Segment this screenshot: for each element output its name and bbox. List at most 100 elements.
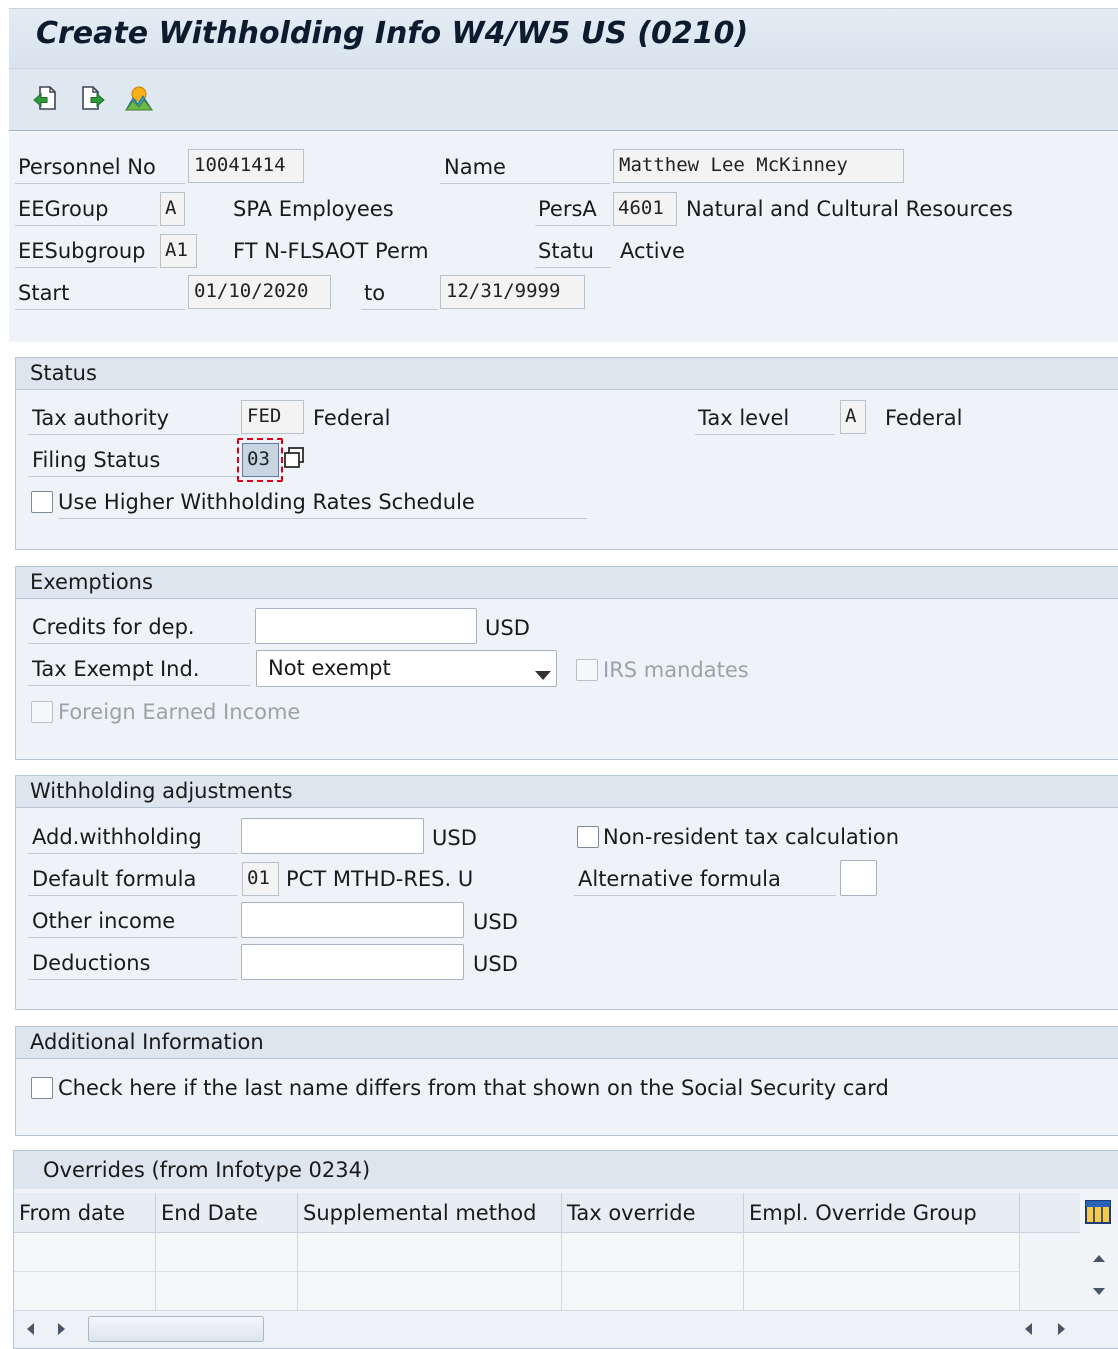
irs-mandates-checkbox[interactable] xyxy=(576,659,598,681)
value-help-icon xyxy=(284,447,304,468)
table-cell[interactable] xyxy=(744,1272,1020,1311)
filing-status-field[interactable]: 03 xyxy=(242,443,279,477)
scroll-right-button[interactable] xyxy=(52,1319,70,1339)
credits-for-dep-label: Credits for dep. xyxy=(28,610,250,644)
overview-button[interactable] xyxy=(124,83,154,113)
table-cell[interactable] xyxy=(562,1272,744,1311)
previous-record-icon xyxy=(33,86,56,110)
other-income-label: Other income xyxy=(28,904,238,938)
application-toolbar xyxy=(9,68,1118,131)
exemptions-group-title: Exemptions xyxy=(16,567,1118,599)
add-withholding-input[interactable] xyxy=(241,818,424,854)
eegroup-text: SPA Employees xyxy=(233,197,394,221)
default-formula-text: PCT MTHD-RES. U xyxy=(286,867,474,891)
column-header-empl-override-group[interactable]: Empl. Override Group xyxy=(744,1193,1020,1233)
add-withholding-label: Add.withholding xyxy=(28,820,238,854)
name-field: Matthew Lee McKinney xyxy=(613,149,904,183)
persa-code-field: 4601 xyxy=(613,192,677,226)
table-cell[interactable] xyxy=(156,1272,298,1311)
name-label: Name xyxy=(440,150,610,184)
tax-authority-code-field: FED xyxy=(241,400,304,434)
tax-exempt-selected-value: Not exempt xyxy=(268,656,391,680)
horizontal-scroll-thumb[interactable] xyxy=(88,1316,264,1342)
column-header-filler xyxy=(1020,1193,1080,1233)
previous-record-button[interactable] xyxy=(30,83,60,113)
eesubgroup-code-field: A1 xyxy=(160,234,197,268)
eegroup-code-field: A xyxy=(160,192,185,226)
filing-status-label: Filing Status xyxy=(28,443,238,477)
persa-text: Natural and Cultural Resources xyxy=(686,197,1013,221)
deductions-input[interactable] xyxy=(241,944,464,980)
eesubgroup-text: FT N-FLSAOT Perm xyxy=(233,239,429,263)
foreign-earned-income-checkbox[interactable] xyxy=(31,701,53,723)
triangle-right-icon xyxy=(58,1323,65,1335)
tax-authority-text: Federal xyxy=(313,406,391,430)
table-cell[interactable] xyxy=(298,1272,562,1311)
scroll-right-columns-button[interactable] xyxy=(1052,1319,1070,1339)
deductions-label: Deductions xyxy=(28,946,238,980)
start-date-field: 01/10/2020 xyxy=(188,275,331,309)
table-cell[interactable] xyxy=(156,1233,298,1272)
page-title: Create Withholding Info W4/W5 US (0210) xyxy=(36,16,749,51)
dropdown-arrow-icon[interactable] xyxy=(533,662,553,686)
scroll-left-button[interactable] xyxy=(22,1319,40,1339)
table-cell[interactable] xyxy=(744,1233,1020,1272)
triangle-up-icon xyxy=(1093,1255,1105,1262)
tax-level-label: Tax level xyxy=(695,401,835,435)
start-label: Start xyxy=(15,276,185,310)
column-header-tax-override[interactable]: Tax override xyxy=(562,1193,744,1233)
personnel-no-field: 10041414 xyxy=(188,149,304,183)
overview-icon xyxy=(124,86,154,111)
triangle-down-icon xyxy=(1093,1288,1105,1295)
eegroup-label: EEGroup xyxy=(15,192,157,226)
table-settings-icon xyxy=(1085,1200,1111,1224)
scroll-up-button[interactable] xyxy=(1088,1248,1110,1266)
tax-level-code-field: A xyxy=(840,400,866,434)
persa-label: PersA xyxy=(535,192,611,226)
status-label: Statu xyxy=(535,234,611,268)
tax-authority-label: Tax authority xyxy=(28,401,238,435)
next-record-icon xyxy=(82,86,105,110)
status-group-title: Status xyxy=(16,358,1118,390)
higher-withholding-checkbox[interactable] xyxy=(31,491,53,513)
default-formula-code-field: 01 xyxy=(242,862,279,896)
table-settings-button[interactable] xyxy=(1084,1199,1114,1227)
alternative-formula-label: Alternative formula xyxy=(574,862,836,896)
eesubgroup-label: EESubgroup xyxy=(15,234,157,268)
non-resident-label: Non-resident tax calculation xyxy=(603,825,900,849)
triangle-left-icon xyxy=(27,1323,34,1335)
scroll-down-button[interactable] xyxy=(1088,1282,1110,1300)
overrides-table-title: Overrides (from Infotype 0234) xyxy=(14,1151,1118,1189)
triangle-right-icon xyxy=(1058,1323,1065,1335)
column-header-from-date[interactable]: From date xyxy=(14,1193,156,1233)
end-date-field: 12/31/9999 xyxy=(440,275,585,309)
table-cell[interactable] xyxy=(14,1233,156,1272)
default-formula-label: Default formula xyxy=(28,862,238,896)
table-cell[interactable] xyxy=(298,1233,562,1272)
withholding-adjustments-title: Withholding adjustments xyxy=(16,776,1118,808)
status-text: Active xyxy=(620,239,685,263)
scroll-left-columns-button[interactable] xyxy=(1020,1319,1038,1339)
add-withholding-currency: USD xyxy=(432,826,477,850)
credits-for-dep-input[interactable] xyxy=(255,608,477,644)
column-header-end-date[interactable]: End Date xyxy=(156,1193,298,1233)
deductions-currency: USD xyxy=(473,952,518,976)
table-cell[interactable] xyxy=(14,1272,156,1311)
foreign-earned-income-label: Foreign Earned Income xyxy=(58,700,301,724)
alternative-formula-input[interactable] xyxy=(840,860,877,896)
column-header-supplemental-method[interactable]: Supplemental method xyxy=(298,1193,562,1233)
triangle-left-icon xyxy=(1025,1323,1032,1335)
tax-exempt-label: Tax Exempt Ind. xyxy=(28,652,250,686)
other-income-currency: USD xyxy=(473,910,518,934)
filing-status-value-help-button[interactable] xyxy=(282,445,310,475)
additional-information-title: Additional Information xyxy=(16,1027,1118,1059)
to-label: to xyxy=(361,276,438,310)
non-resident-checkbox[interactable] xyxy=(577,826,599,848)
tax-level-text: Federal xyxy=(885,406,963,430)
other-income-input[interactable] xyxy=(241,902,464,938)
last-name-differs-checkbox[interactable] xyxy=(31,1077,53,1099)
credits-currency: USD xyxy=(485,616,530,640)
personnel-no-label: Personnel No xyxy=(15,150,185,184)
next-record-button[interactable] xyxy=(78,83,108,113)
table-cell[interactable] xyxy=(562,1233,744,1272)
